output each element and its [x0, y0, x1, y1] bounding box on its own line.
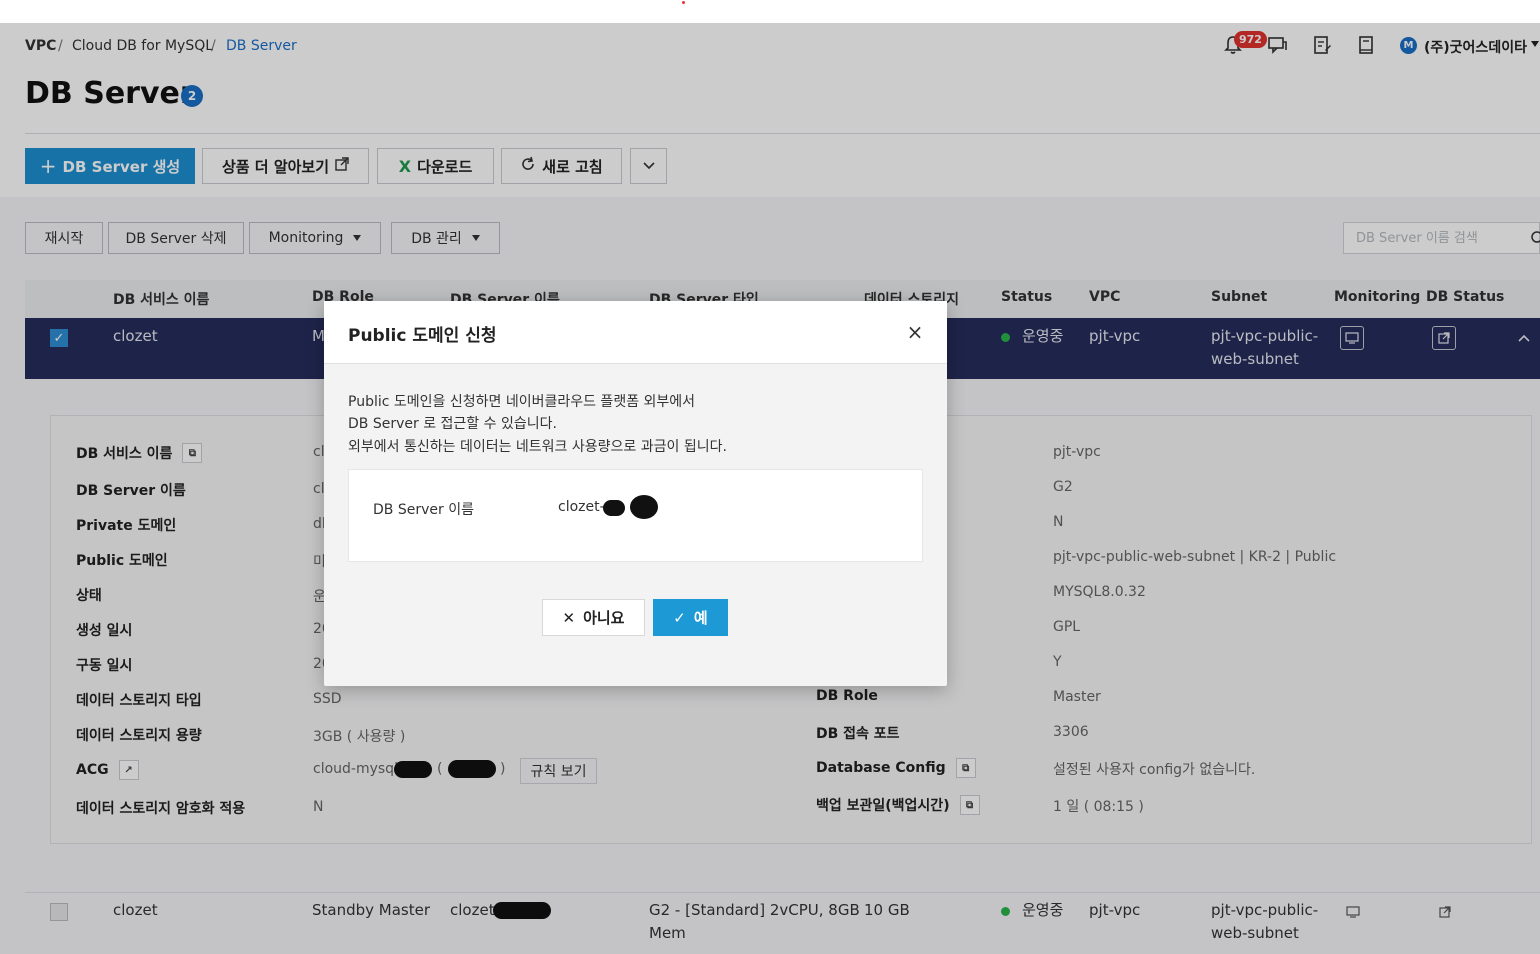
- top-dot: [682, 1, 685, 4]
- modal-description: Public 도메인을 신청하면 네이버클라우드 플랫폼 외부에서: [348, 394, 696, 410]
- top-strip: [0, 0, 1540, 23]
- public-domain-modal: Public 도메인 신청 × Public 도메인을 신청하면 네이버클라우드…: [324, 301, 947, 686]
- modal-description: 외부에서 통신하는 데이터는 네트워크 사용량으로 과금이 됩니다.: [348, 439, 727, 455]
- modal-info-box: DB Server 이름 clozet-: [348, 469, 923, 562]
- redaction-mark: [630, 495, 658, 519]
- yes-label: 예: [693, 609, 708, 627]
- field-value: clozet-: [558, 499, 605, 515]
- check-icon: ✓: [673, 608, 686, 627]
- yes-button[interactable]: ✓ 예: [653, 599, 728, 636]
- no-label: 아니요: [583, 609, 625, 627]
- no-button[interactable]: ✕ 아니요: [542, 599, 645, 636]
- modal-title: Public 도메인 신청: [348, 326, 497, 346]
- close-icon: ✕: [562, 608, 576, 627]
- field-label: DB Server 이름: [373, 502, 474, 518]
- close-icon[interactable]: ×: [904, 321, 926, 343]
- modal-description: DB Server 로 접근할 수 있습니다.: [348, 416, 557, 432]
- redaction-mark: [603, 500, 625, 516]
